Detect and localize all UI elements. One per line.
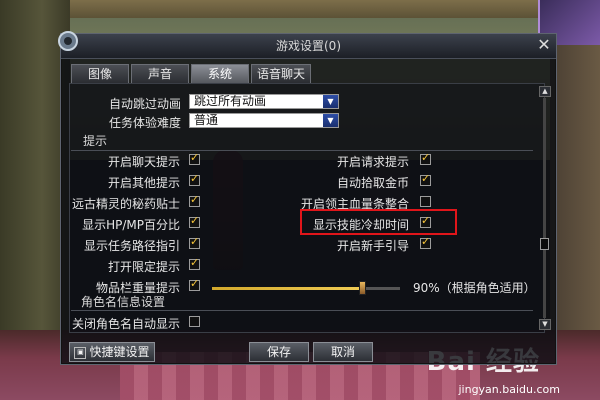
gear-icon [58,31,78,51]
section-role-title: 角色名信息设置 [81,295,166,309]
tab-sound[interactable]: 声音 [131,64,189,83]
option-label: 显示任务路径指引 [83,239,180,253]
option-label: 开启新手引导 [336,239,409,253]
option-label: 显示HP/MP百分比 [82,218,180,232]
task-difficulty-value: 普通 [194,113,219,127]
inventory-weight-checkbox[interactable] [189,277,200,291]
dialog-titlebar: 游戏设置(0) [61,34,556,59]
weight-slider-value: 90%（根据角色适用） [413,281,536,295]
annotation-highlight-box [300,209,457,235]
save-button[interactable]: 保存 [249,342,309,362]
boss-hp-merge-checkbox[interactable] [420,196,431,207]
scroll-thumb[interactable] [540,238,549,250]
section-divider [71,150,533,151]
option-label: 打开限定提示 [107,260,180,274]
weight-slider-handle[interactable] [359,281,366,295]
hotkey-settings-label: 快捷键设置 [89,345,150,359]
scroll-down-icon[interactable]: ▼ [539,319,551,330]
watermark-url: jingyan.baidu.com [458,383,560,396]
background-top-strip [0,0,600,18]
option-label: 关闭角色名自动显示 [71,317,180,331]
scroll-track[interactable] [543,98,546,318]
chat-hint-checkbox[interactable] [189,151,200,165]
auto-pickup-gold-checkbox[interactable] [420,172,431,186]
section-divider [71,310,533,311]
quest-path-checkbox[interactable] [189,235,200,249]
skip-animation-select[interactable]: 跳过所有动画 ▼ [189,94,339,109]
weight-slider-track[interactable] [362,287,400,290]
scroll-up-icon[interactable]: ▲ [539,86,551,97]
tab-voice-chat[interactable]: 语音聊天 [251,64,311,83]
chevron-down-icon: ▼ [323,114,338,127]
task-difficulty-select[interactable]: 普通 ▼ [189,113,339,128]
settings-scrollbar[interactable]: ▲ ▼ [539,86,551,330]
game-settings-dialog: 游戏设置(0) ✕ 图像 声音 系统 语音聊天 ▲ ▼ 自动跳过动画 跳过所有动… [58,31,557,365]
hide-rolename-checkbox[interactable] [189,316,200,327]
limited-hint-checkbox[interactable] [189,256,200,270]
newbie-guide-checkbox[interactable] [420,235,431,249]
option-label: 远古精灵的秘药贴士 [71,197,180,211]
option-label: 自动拾取金币 [336,176,409,190]
skip-animation-value: 跳过所有动画 [194,94,267,108]
section-hint-title: 提示 [83,134,108,148]
chevron-down-icon: ▼ [323,95,338,108]
cancel-button[interactable]: 取消 [313,342,373,362]
close-icon[interactable]: ✕ [536,37,552,53]
elf-tips-checkbox[interactable] [189,193,200,207]
keyboard-icon: ▣ [74,346,87,359]
tab-graphics[interactable]: 图像 [71,64,129,83]
option-label: 开启聊天提示 [107,155,180,169]
dialog-title: 游戏设置(0) [276,39,341,53]
request-hint-checkbox[interactable] [420,151,431,165]
option-label: 开启请求提示 [336,155,409,169]
task-difficulty-label: 任务体验难度 [108,116,181,130]
tab-system[interactable]: 系统 [191,64,249,83]
hp-mp-percent-checkbox[interactable] [189,214,200,228]
hotkey-settings-button[interactable]: ▣ 快捷键设置 [69,342,155,362]
weight-slider-fill[interactable] [212,287,362,290]
option-label: 开启其他提示 [107,176,180,190]
other-hint-checkbox[interactable] [189,172,200,186]
settings-tabs: 图像 声音 系统 语音聊天 [71,64,311,83]
skip-animation-label: 自动跳过动画 [108,97,181,111]
